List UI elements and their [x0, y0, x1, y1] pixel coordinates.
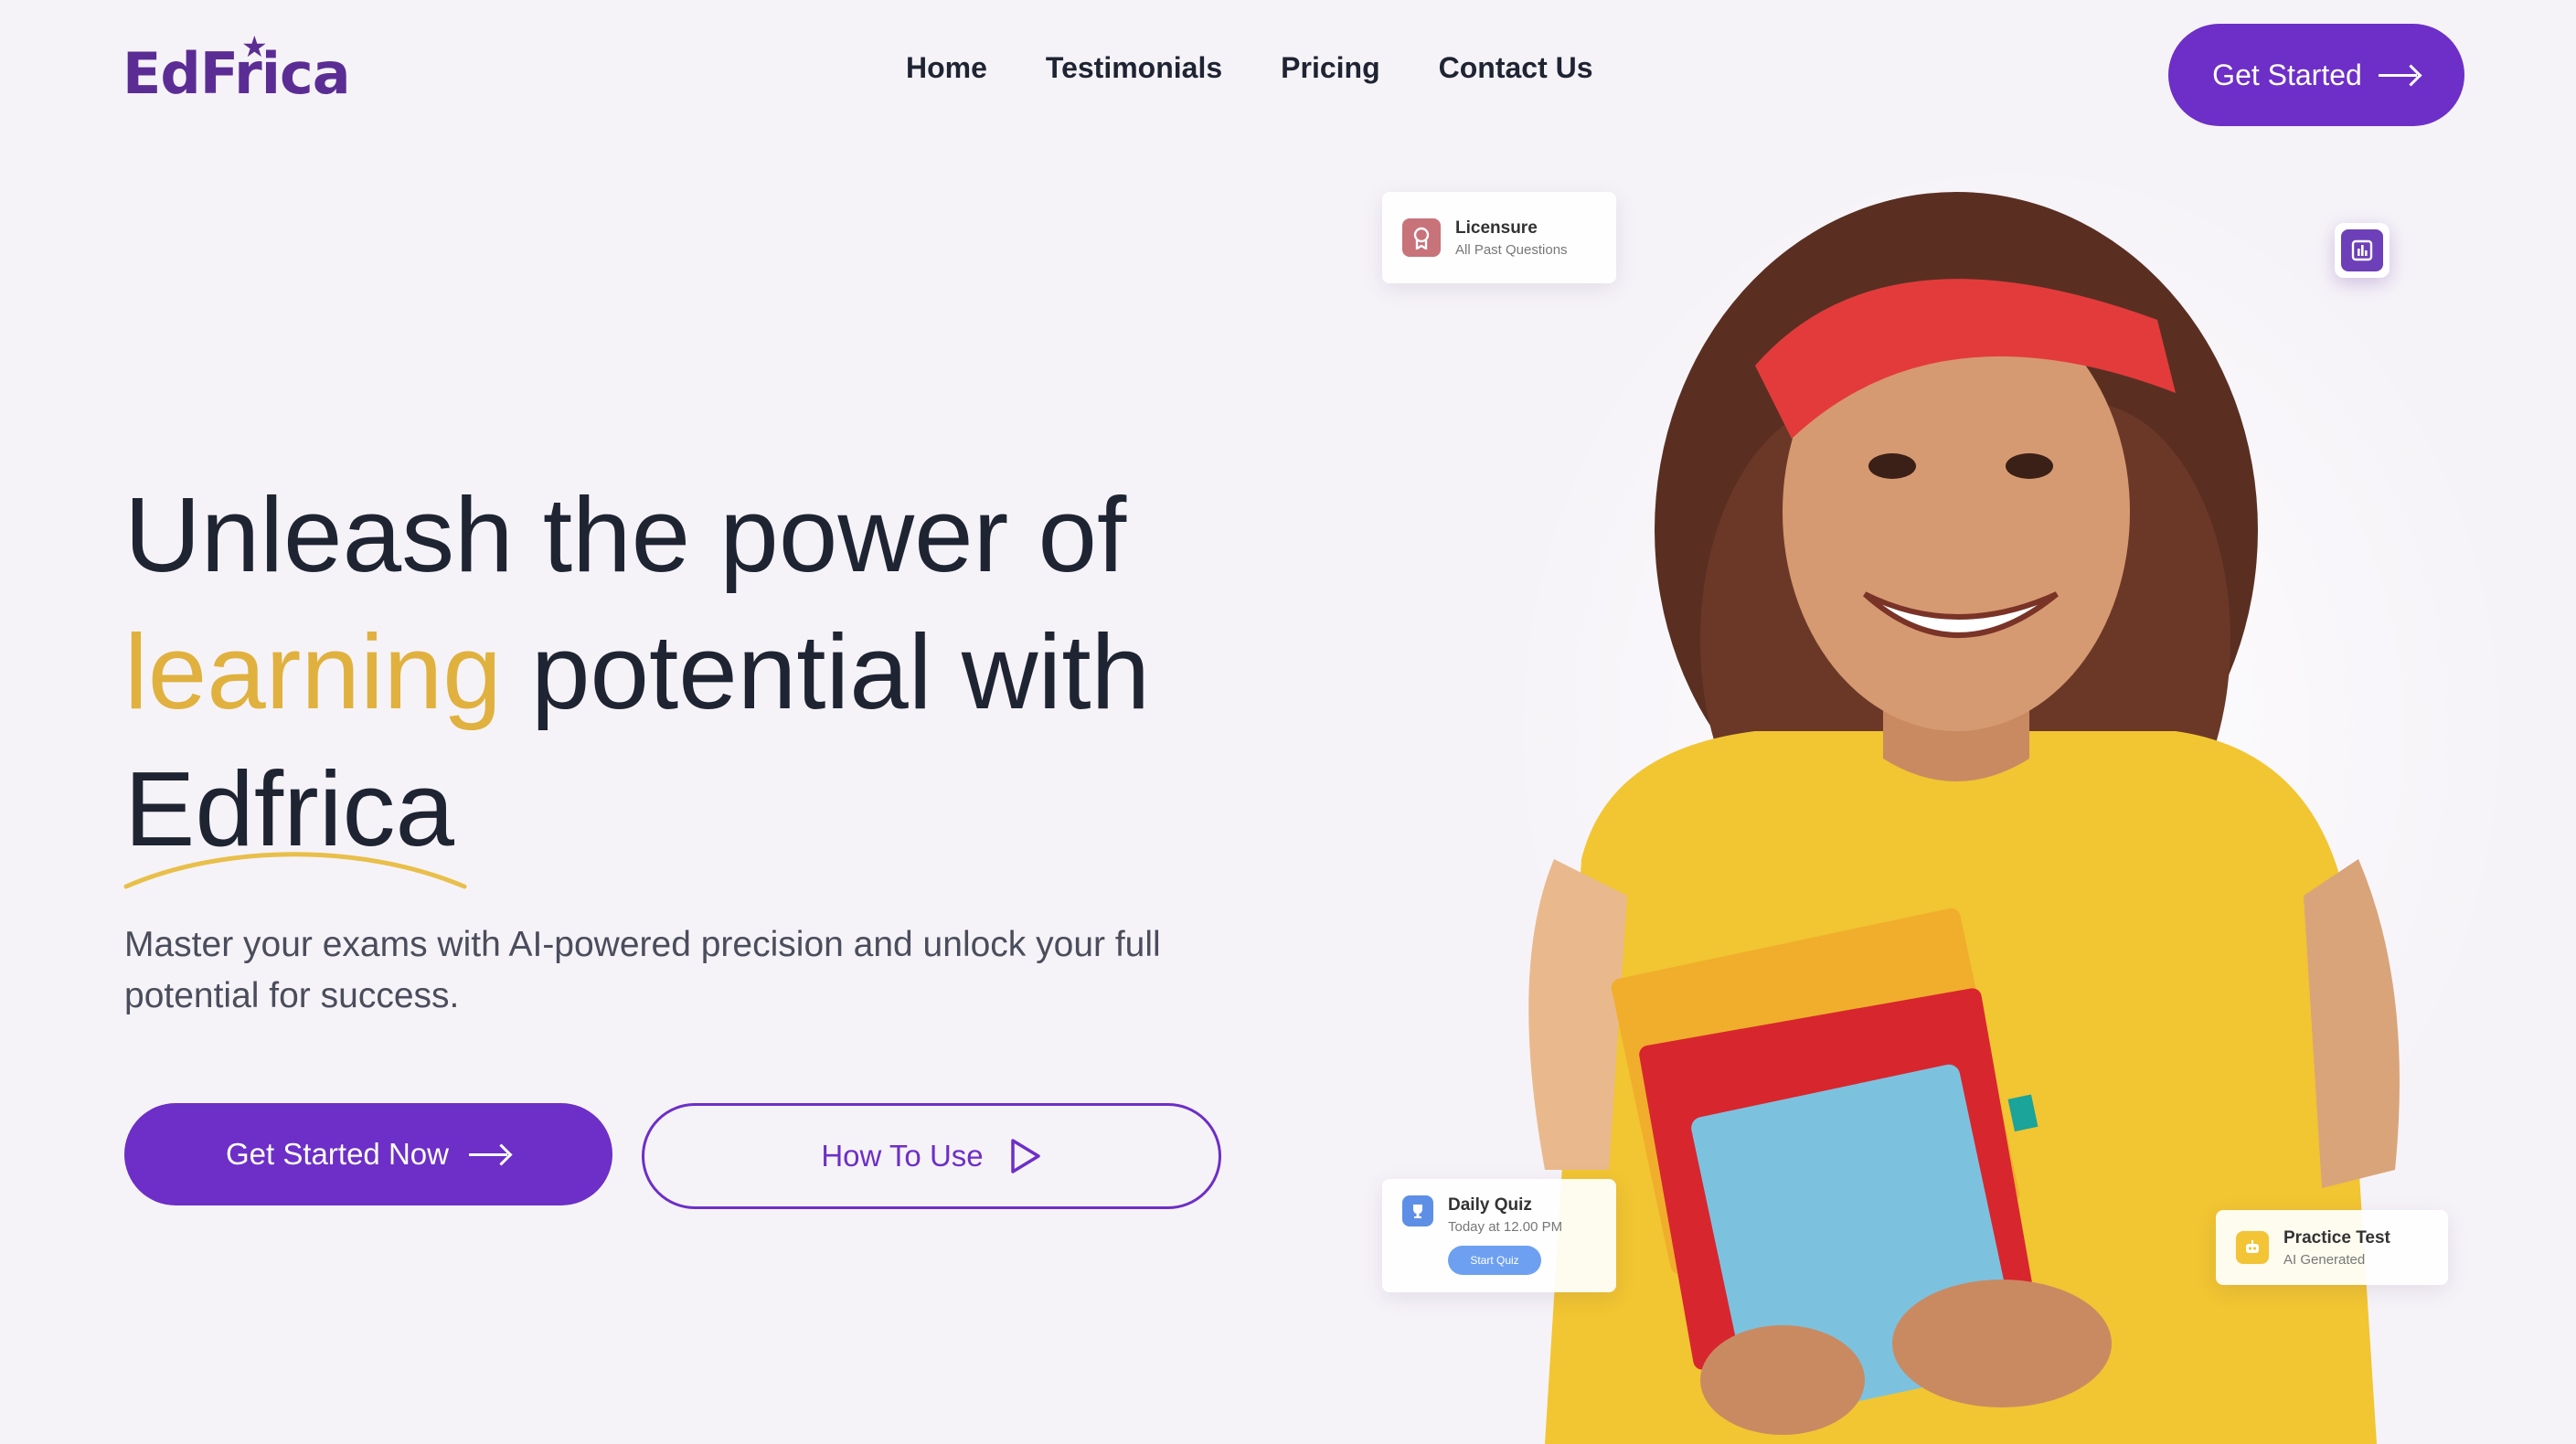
header-get-started-button[interactable]: Get Started	[2168, 24, 2464, 126]
hero-headline: Unleash the power of learning potential …	[124, 466, 1313, 877]
get-started-now-button[interactable]: Get Started Now	[124, 1103, 612, 1205]
robot-icon	[2236, 1231, 2269, 1264]
logo-text: EdFrica	[122, 40, 351, 107]
licensure-card[interactable]: Licensure All Past Questions	[1382, 192, 1616, 283]
start-quiz-button[interactable]: Start Quiz	[1448, 1246, 1541, 1275]
headline-line-2: potential with	[501, 612, 1151, 731]
nav-pricing-link[interactable]: Pricing	[1281, 51, 1379, 85]
edfrica-logo[interactable]: EdFrica ★	[122, 29, 351, 107]
hero-subtitle: Master your exams with AI-powered precis…	[124, 925, 1161, 1015]
headline-highlight: learning	[124, 612, 502, 731]
certificate-icon	[1402, 218, 1441, 257]
stats-badge[interactable]	[2335, 223, 2390, 278]
practice-test-title: Practice Test	[2283, 1227, 2390, 1248]
headline-underline-decoration	[123, 852, 467, 889]
arrow-right-icon	[468, 1144, 511, 1164]
practice-test-card[interactable]: Practice Test AI Generated	[2216, 1210, 2448, 1285]
daily-quiz-card[interactable]: Daily Quiz Today at 12.00 PM Start Quiz	[1382, 1179, 1616, 1292]
main-nav: Home Testimonials Pricing Contact Us	[906, 51, 1593, 85]
arrow-right-icon	[2378, 65, 2421, 85]
nav-contact-link[interactable]: Contact Us	[1439, 51, 1593, 85]
trophy-icon	[1402, 1195, 1433, 1226]
daily-quiz-time: Today at 12.00 PM	[1448, 1219, 1563, 1235]
practice-test-subtitle: AI Generated	[2283, 1251, 2366, 1268]
how-to-use-label: How To Use	[821, 1139, 984, 1173]
licensure-subtitle: All Past Questions	[1455, 241, 1568, 258]
daily-quiz-title: Daily Quiz	[1448, 1195, 1532, 1215]
bar-chart-icon	[2341, 229, 2383, 271]
header-get-started-label: Get Started	[2212, 58, 2362, 91]
get-started-now-label: Get Started Now	[226, 1137, 449, 1171]
headline-line-1: Unleash the power of	[124, 475, 1127, 594]
licensure-title: Licensure	[1455, 218, 1538, 238]
logo-star-icon: ★	[241, 29, 268, 64]
nav-home-link[interactable]: Home	[906, 51, 987, 85]
play-icon	[1010, 1139, 1040, 1173]
how-to-use-button[interactable]: How To Use	[642, 1103, 1221, 1209]
nav-testimonials-link[interactable]: Testimonials	[1046, 51, 1222, 85]
